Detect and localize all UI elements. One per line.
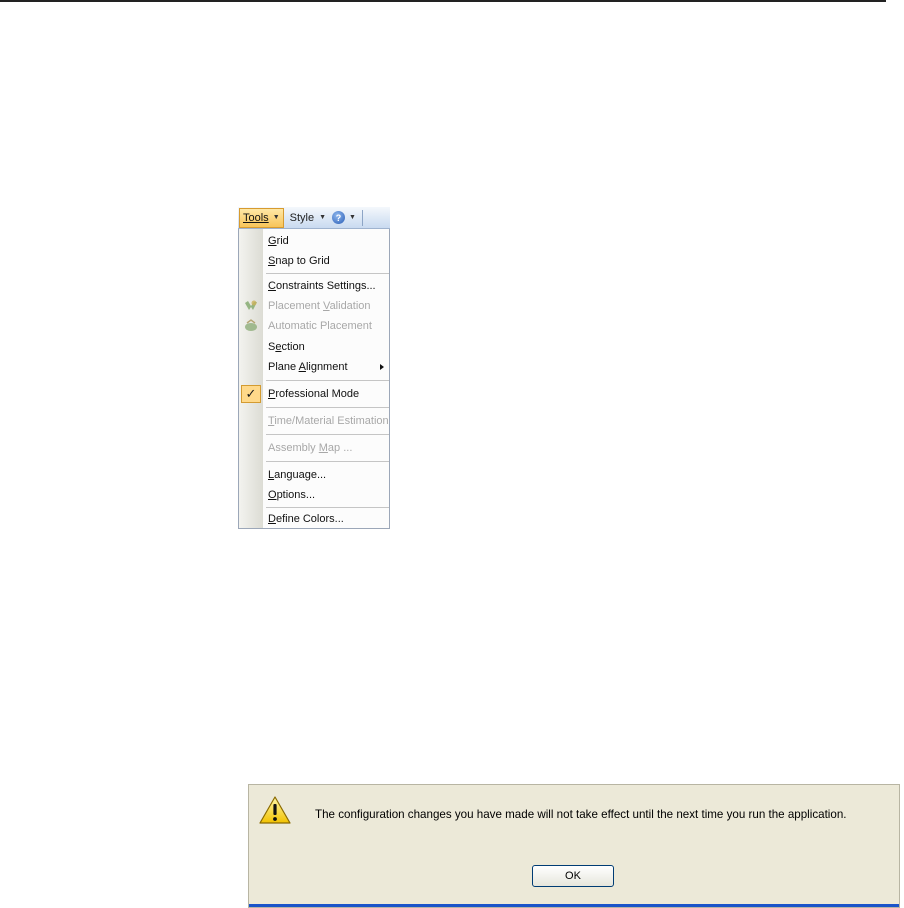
menu-item-label: Professional Mode — [268, 388, 360, 400]
help-icon: ? — [332, 211, 346, 224]
menu-separator — [266, 407, 389, 408]
tools-menu-screenshot: Tools ▼ Style ▼ ? ▼ Grid Snap to Grid Co… — [238, 207, 390, 529]
menu-item-language[interactable]: Language... — [239, 465, 389, 485]
menu-item-assembly-map: Assembly Map ... — [239, 438, 389, 458]
tools-label: Tools — [243, 211, 269, 224]
tools-menu-button[interactable]: Tools ▼ — [239, 207, 284, 228]
menu-item-options[interactable]: Options... — [239, 485, 389, 505]
ok-button[interactable]: OK — [532, 865, 614, 887]
dialog-message: The configuration changes you have made … — [315, 808, 847, 821]
menu-item-label: Constraints Settings... — [268, 280, 376, 292]
menu-item-constraints-settings[interactable]: Constraints Settings... — [239, 276, 389, 296]
menu-item-label: Language... — [268, 469, 327, 481]
menu-item-label: Options... — [268, 489, 316, 501]
menu-item-label: Section — [268, 341, 305, 353]
menu-separator — [266, 434, 389, 435]
menu-separator — [266, 507, 389, 508]
chevron-down-icon: ▼ — [319, 214, 327, 221]
menu-item-label: Grid — [268, 235, 289, 247]
menu-item-label: Assembly Map ... — [268, 442, 353, 454]
toolbar: Tools ▼ Style ▼ ? ▼ — [238, 207, 390, 229]
menu-separator — [266, 380, 389, 381]
menu-item-label: Define Colors... — [268, 513, 344, 525]
menu-item-professional-mode[interactable]: ✓ Professional Mode — [239, 384, 389, 404]
menu-item-time-material-estimation: Time/Material Estimation — [239, 411, 389, 431]
menu-item-section[interactable]: Section — [239, 337, 389, 357]
menu-item-grid[interactable]: Grid — [239, 231, 389, 251]
menu-separator — [266, 461, 389, 462]
menu-separator — [266, 273, 389, 274]
menu-item-label: Time/Material Estimation — [268, 415, 389, 427]
style-menu-button[interactable]: Style ▼ — [290, 212, 326, 224]
toolbar-separator — [361, 209, 363, 226]
help-menu-button[interactable]: ? ▼ — [332, 211, 356, 224]
menu-item-label: Plane Alignment — [268, 361, 348, 373]
menu-item-plane-alignment[interactable]: Plane Alignment — [239, 357, 389, 377]
menu-item-define-colors[interactable]: Define Colors... — [239, 509, 389, 529]
menu-item-label: Automatic Placement — [268, 320, 372, 332]
tools-dropdown-menu: Grid Snap to Grid Constraints Settings..… — [238, 229, 390, 529]
menu-item-label: Placement Validation — [268, 300, 371, 312]
chevron-down-icon: ▼ — [272, 214, 280, 221]
menu-item-placement-validation: Placement Validation — [239, 296, 389, 316]
submenu-arrow-icon — [380, 364, 384, 370]
menu-item-label: Snap to Grid — [268, 255, 330, 267]
style-label: Style — [289, 211, 315, 224]
placement-validation-icon — [245, 300, 257, 310]
checkmark-icon: ✓ — [241, 385, 261, 403]
top-rule — [0, 0, 886, 2]
menu-item-snap-to-grid[interactable]: Snap to Grid — [239, 251, 389, 271]
warning-icon — [259, 796, 291, 824]
menu-item-automatic-placement: Automatic Placement — [239, 316, 389, 336]
chevron-down-icon: ▼ — [349, 214, 356, 221]
automatic-placement-icon — [245, 319, 257, 331]
warning-message-box: The configuration changes you have made … — [248, 784, 900, 908]
